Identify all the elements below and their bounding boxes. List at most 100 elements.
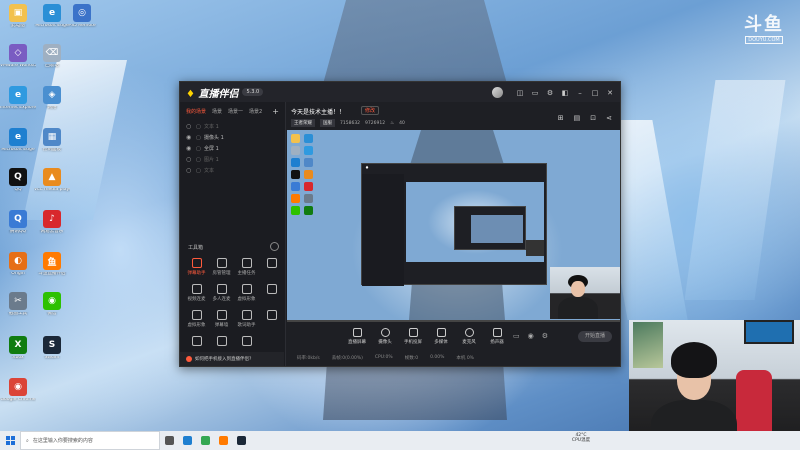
eye-icon[interactable]: ◉: [186, 145, 196, 152]
desktop-icon[interactable]: ◉ Google Chrome: [0, 378, 36, 403]
eye-icon[interactable]: ○: [186, 167, 196, 174]
source-item[interactable]: ◉ ▢ 摄像头 1: [180, 132, 285, 143]
app-version-badge[interactable]: 5.3.0: [242, 88, 264, 96]
desktop-icon[interactable]: ✂ 截图工具: [0, 292, 36, 317]
app-logo-text: 直播伴侣: [198, 88, 239, 100]
tool-item[interactable]: [259, 310, 284, 328]
tool-item[interactable]: [234, 336, 259, 348]
edit-title-button[interactable]: 修改: [361, 106, 380, 115]
mini-icon: [304, 146, 313, 155]
start-live-button[interactable]: 开始直播: [578, 331, 612, 342]
windows-icon: [5, 436, 15, 445]
desktop-icon[interactable]: ⌫ 回收站: [34, 44, 70, 69]
desktop-icon-label: 腾讯QQ: [9, 230, 27, 234]
taskbar-app-task-view[interactable]: [160, 431, 178, 450]
app-titlebar: ♦ 直播伴侣 5.3.0 ◫ ▭ ⚙ ◧ – □ ✕: [180, 82, 620, 102]
source-item[interactable]: ◉ ▢ 全屏 1: [180, 143, 285, 154]
tool-icon: [191, 258, 202, 268]
tool-item[interactable]: 多人连麦: [209, 284, 234, 302]
share-icon[interactable]: ⋖: [606, 114, 612, 122]
tool-item[interactable]: 视频连麦: [184, 284, 209, 302]
titlebar-icons: ◫ ▭ ⚙ ◧ – □ ✕: [492, 87, 614, 98]
eye-icon[interactable]: ◉: [186, 134, 196, 141]
desktop-icon[interactable]: ◉ 微信: [34, 292, 70, 317]
eye-icon[interactable]: ◉: [528, 332, 534, 340]
start-button[interactable]: [0, 431, 20, 450]
eye-icon[interactable]: ○: [186, 156, 196, 163]
add-source-button[interactable]: 多媒体: [431, 328, 451, 345]
desktop-icon[interactable]: S Steam: [34, 336, 70, 361]
add-source-button[interactable]: 扬声器: [487, 328, 507, 345]
maximize-icon[interactable]: □: [591, 89, 599, 97]
desktop-icon[interactable]: ▲ VLC media player: [34, 168, 70, 193]
add-source-button[interactable]: 麦克风: [459, 328, 479, 345]
tool-item[interactable]: 主播任务: [234, 258, 259, 276]
server-badge[interactable]: 国服: [320, 119, 335, 127]
settings-icon[interactable]: ⚙: [542, 332, 548, 340]
tab-my-scene[interactable]: 我的场景: [186, 108, 206, 115]
desktop-icon[interactable]: Q QQ: [0, 168, 36, 193]
tool-item[interactable]: 弹幕助手: [184, 258, 209, 276]
desktop-icon[interactable]: 鱼斗鱼直播伴侣: [34, 252, 70, 277]
add-source-button[interactable]: 直播屏幕: [347, 328, 367, 345]
desktop-icon[interactable]: ♪ 网易云音乐: [34, 210, 70, 235]
streamer-face: [571, 281, 585, 297]
tab-scene-one[interactable]: 场景一: [228, 108, 243, 115]
source-item[interactable]: ○ ▢ 文本 1: [180, 121, 285, 132]
category-badge[interactable]: 王者荣耀: [291, 119, 315, 127]
app-icon: ◈: [43, 86, 61, 104]
desktop-icon[interactable]: ▦ 控制面板: [34, 128, 70, 153]
message-icon[interactable]: ▭: [531, 89, 539, 97]
desktop-icon[interactable]: ◎ PS5 Remote: [64, 4, 100, 29]
tool-item[interactable]: 歌词助手: [234, 310, 259, 328]
taskbar-search[interactable]: ⌕ 在这里输入你要搜索的内容: [20, 431, 160, 450]
tool-item[interactable]: [184, 336, 209, 348]
avatar[interactable]: [492, 87, 503, 98]
tool-item[interactable]: [259, 258, 284, 276]
desktop-icon[interactable]: e Internet Explorer: [0, 86, 36, 111]
add-source-button[interactable]: 手机投屏: [403, 328, 423, 345]
desktop-icon[interactable]: ◈ 网络: [34, 86, 70, 111]
phone-connect-tip[interactable]: 如何把手机接入到直播伴侣?: [180, 352, 284, 366]
taskbar-app-edge[interactable]: [178, 431, 196, 450]
source-item[interactable]: ○ ▢ 文本: [180, 165, 285, 176]
tool-item[interactable]: 虚拟形象: [234, 284, 259, 302]
refresh-icon[interactable]: [270, 242, 279, 251]
grid-icon[interactable]: ⊡: [590, 114, 596, 122]
taskbar-app-steam[interactable]: [232, 431, 250, 450]
gift-icon[interactable]: ◫: [516, 89, 524, 97]
tab-scene-two[interactable]: 场景2: [249, 108, 262, 115]
control-label: 手机投屏: [404, 340, 422, 345]
desktop-icon[interactable]: Q 腾讯QQ: [0, 210, 36, 235]
tool-item[interactable]: [209, 336, 234, 348]
control-label: 扬声器: [490, 340, 504, 345]
add-scene-icon[interactable]: +: [272, 107, 279, 116]
app-logo: ♦ 直播伴侣: [186, 85, 238, 100]
settings-icon[interactable]: ⚙: [546, 89, 554, 97]
chart-icon[interactable]: ▤: [574, 114, 581, 122]
taskbar-app-chrome[interactable]: [196, 431, 214, 450]
desktop-icon[interactable]: X Xbox: [0, 336, 36, 361]
desktop-icon[interactable]: ◇ VMware Workstation: [0, 44, 36, 69]
edge-icon: [182, 436, 192, 445]
tool-item[interactable]: 虚拟形象: [184, 310, 209, 328]
minimize-icon[interactable]: –: [576, 89, 584, 97]
tool-item[interactable]: 房管管理: [209, 258, 234, 276]
record-icon[interactable]: ▭: [513, 332, 520, 340]
tab-scene[interactable]: 场景: [212, 108, 222, 115]
taskbar-app-douyu[interactable]: [214, 431, 232, 450]
source-item[interactable]: ○ ▢ 图片 1: [180, 154, 285, 165]
desktop-icon[interactable]: ▣ 此电脑: [0, 4, 36, 29]
skin-icon[interactable]: ◧: [561, 89, 569, 97]
close-icon[interactable]: ✕: [606, 89, 614, 97]
eye-icon[interactable]: ○: [186, 123, 196, 130]
hot-count: 40: [399, 120, 405, 126]
desktop-icon[interactable]: e Microsoft Edge: [0, 128, 36, 153]
tool-item[interactable]: [259, 284, 284, 302]
app-icon: e: [9, 86, 27, 104]
tool-item[interactable]: 弹幕墙: [209, 310, 234, 328]
add-source-button[interactable]: 摄像头: [375, 328, 395, 345]
toolbox-grid: 弹幕助手 房管管理 主播任务 视频连麦 多人连麦 虚拟形象 虚拟形象 弹幕墙 歌词助手: [184, 258, 284, 348]
desktop-icon[interactable]: ◐ Origin: [0, 252, 36, 277]
gift-icon[interactable]: ⊞: [558, 114, 564, 122]
